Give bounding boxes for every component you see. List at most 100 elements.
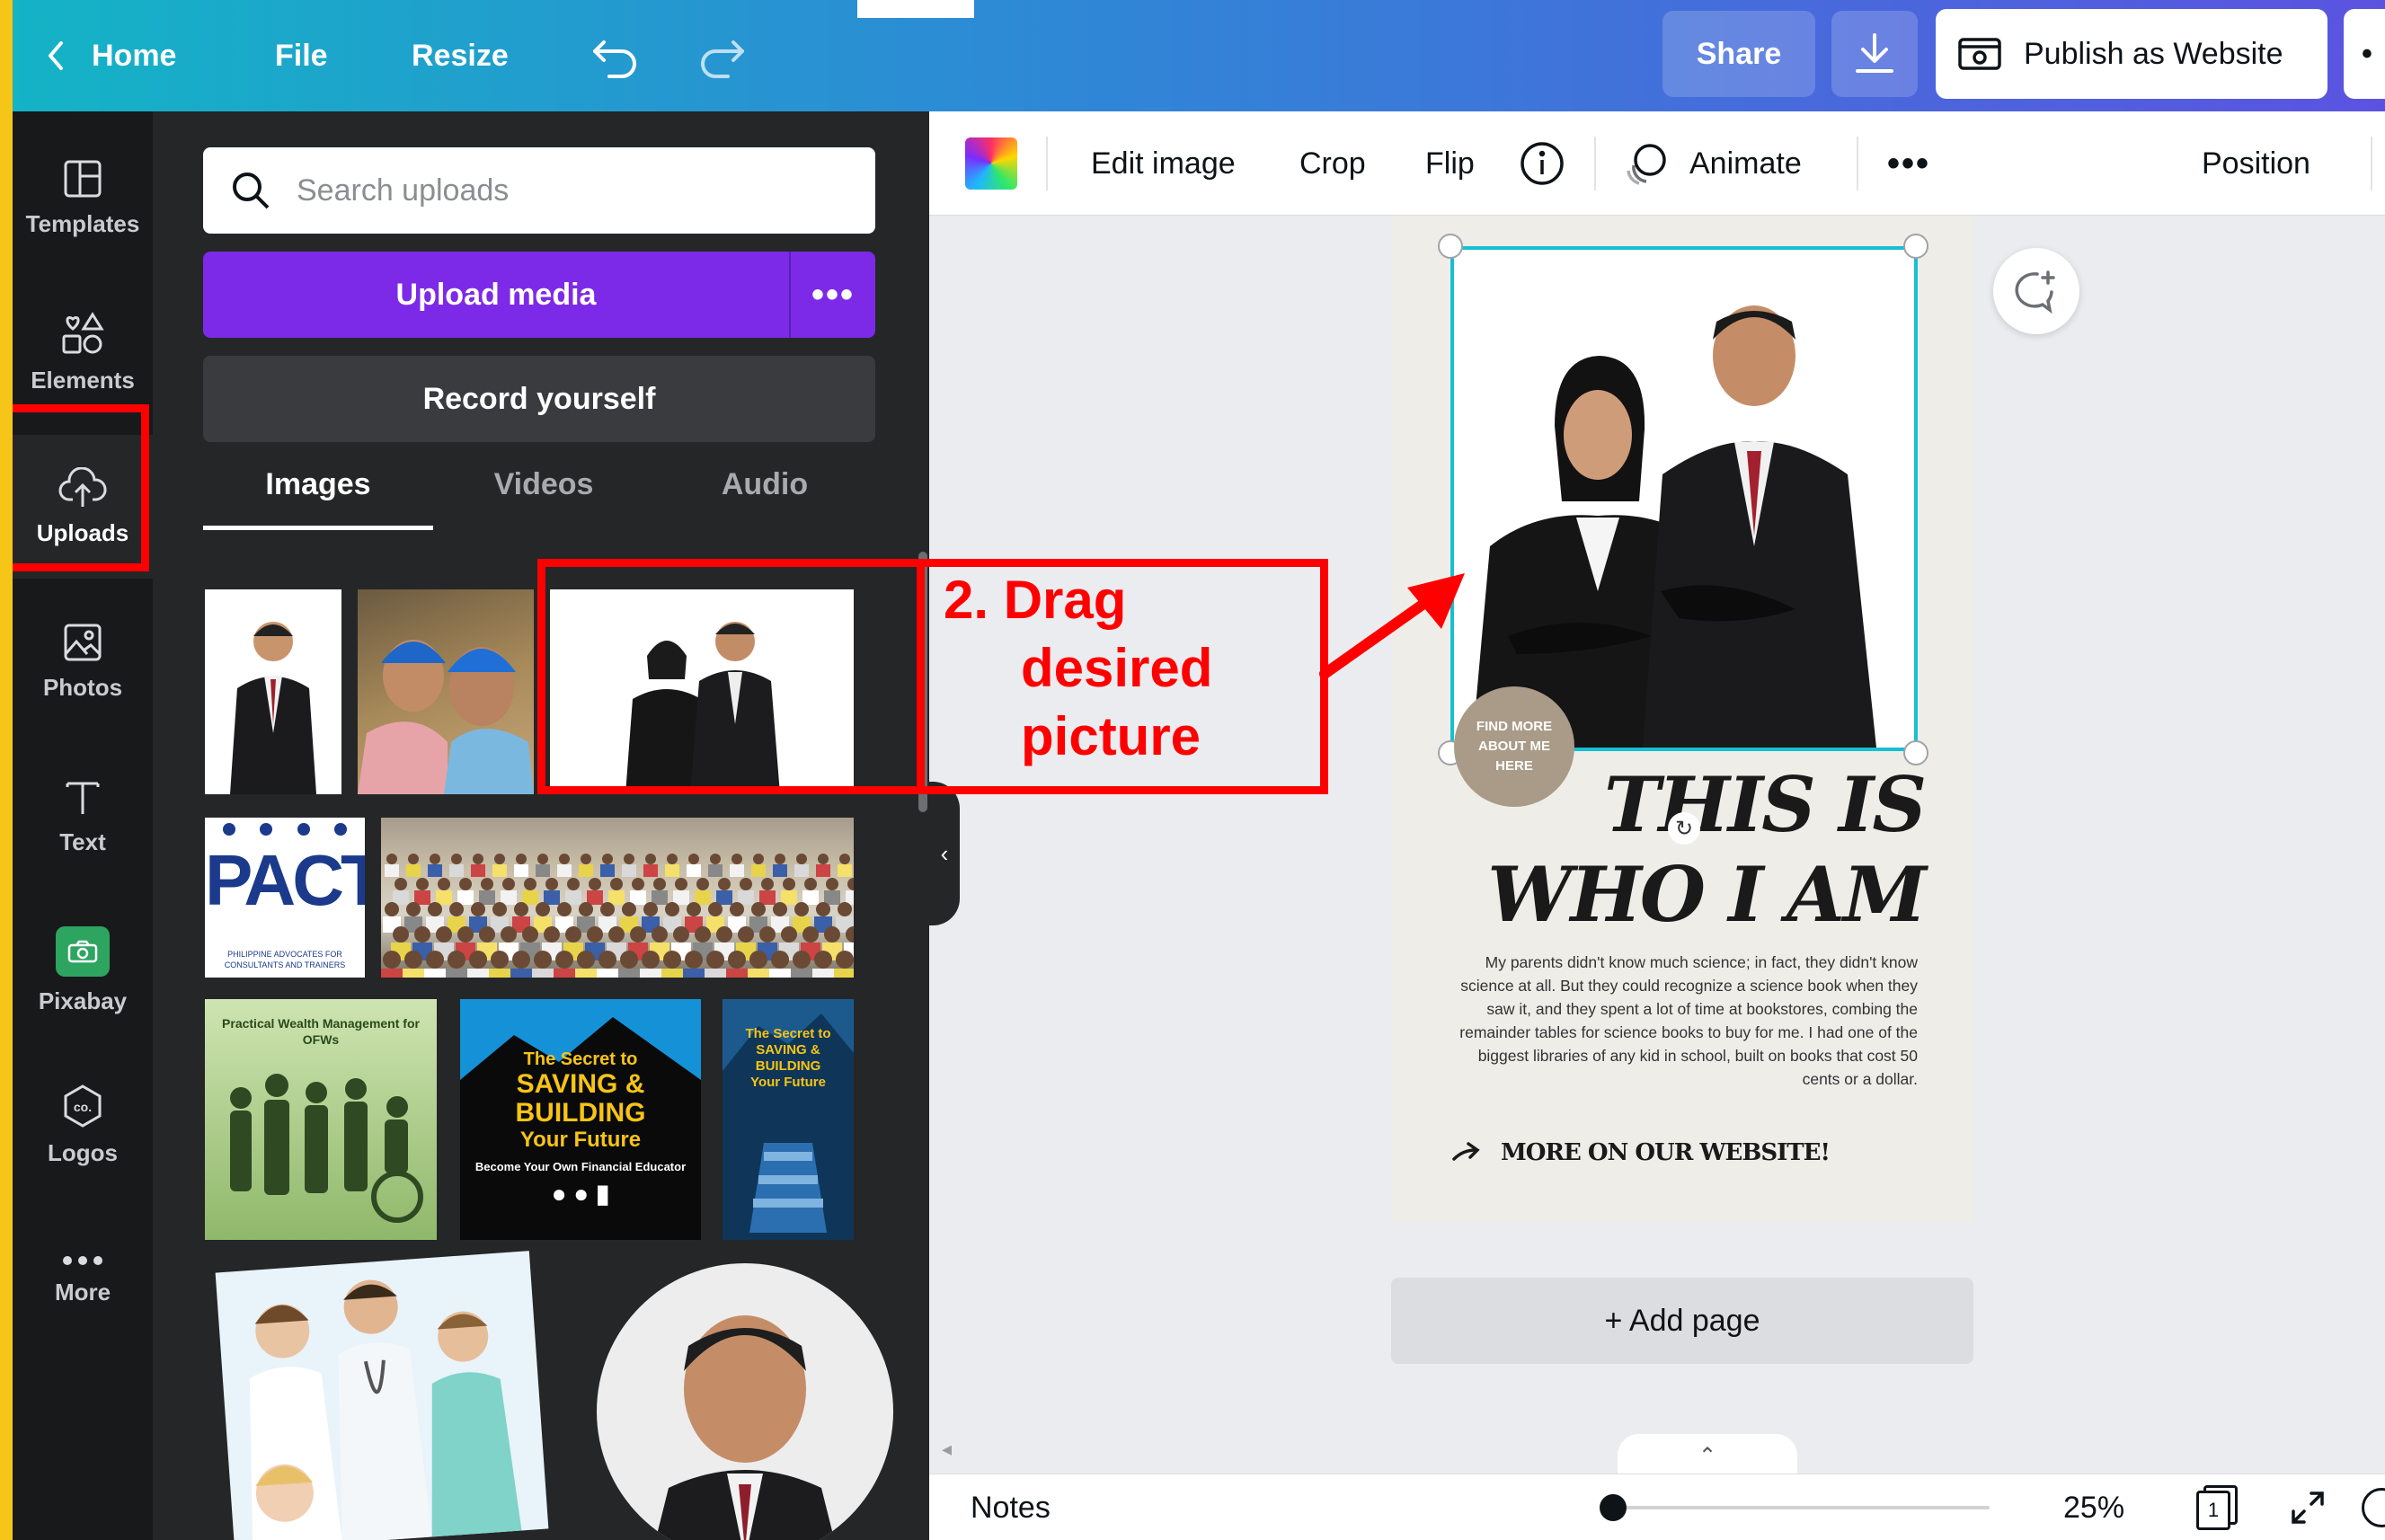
top-bar: Home File Resize Share Publish as Websit… xyxy=(13,0,2385,111)
animate-label: Animate xyxy=(1689,146,1802,181)
file-label: File xyxy=(275,38,328,73)
chevron-left-icon xyxy=(49,41,63,70)
animate-icon xyxy=(1627,144,1666,185)
color-picker-icon xyxy=(965,137,1017,190)
book-pyramid-title: The Secret to SAVING & BUILDING Your Fut… xyxy=(723,1026,854,1091)
animate-button[interactable]: Animate xyxy=(1621,111,1802,216)
notes-button[interactable]: Notes xyxy=(971,1474,1051,1540)
nav-logos[interactable]: co. Logos xyxy=(13,1053,153,1197)
publish-label: Publish as Website xyxy=(2024,36,2283,71)
bottom-bar: Notes 25% 1 xyxy=(929,1474,2385,1540)
book-saving-title: The Secret to SAVING & BUILDING Your Fut… xyxy=(460,1049,701,1208)
nav-more[interactable]: More xyxy=(13,1208,153,1351)
expand-pages-toggle[interactable]: ⌃ xyxy=(1618,1434,1797,1477)
home-button[interactable]: Home xyxy=(43,0,176,111)
color-swatch-button[interactable] xyxy=(965,111,1017,216)
page-count-button[interactable]: 1 xyxy=(2196,1474,2239,1540)
upload-thumb-man-circle[interactable] xyxy=(597,1263,893,1540)
text-icon xyxy=(66,782,100,814)
upload-thumb-pact-logo[interactable]: PACT PHILIPPINE ADVOCATES FOR CONSULTANT… xyxy=(205,818,365,978)
medical-team-image xyxy=(249,1279,522,1540)
download-icon xyxy=(1856,33,1893,73)
book-saving-line2: SAVING & xyxy=(516,1069,645,1099)
resize-menu[interactable]: Resize xyxy=(412,0,509,111)
upload-thumb-man-portrait[interactable] xyxy=(205,589,341,794)
file-menu[interactable]: File xyxy=(275,0,328,111)
nav-templates[interactable]: Templates xyxy=(13,126,153,270)
fullscreen-button[interactable] xyxy=(2288,1474,2327,1540)
download-button[interactable] xyxy=(1831,11,1918,97)
add-comment-button[interactable] xyxy=(1993,248,2079,334)
camera-glyph xyxy=(67,940,98,962)
toolbar-divider xyxy=(1046,137,1048,190)
book-saving-line1: The Secret to xyxy=(523,1049,638,1069)
redo-button[interactable] xyxy=(696,0,746,111)
arrow-right-icon xyxy=(1452,1142,1480,1161)
upload-thumb-medical[interactable] xyxy=(215,1251,549,1540)
upload-thumb-workers[interactable] xyxy=(358,589,534,794)
more-options-button[interactable]: • xyxy=(2344,9,2385,99)
more-icon xyxy=(63,1255,102,1265)
toolbar-divider xyxy=(2371,137,2372,190)
share-button[interactable]: Share xyxy=(1662,11,1815,97)
headline-line2: WHO I AM xyxy=(1487,850,1927,939)
upload-thumb-book-saving[interactable]: The Secret to SAVING & BUILDING Your Fut… xyxy=(460,999,701,1240)
flip-button[interactable]: Flip xyxy=(1425,111,1475,216)
nav-label: More xyxy=(54,1278,111,1305)
book-pyramid-line1: The Secret to xyxy=(745,1026,831,1041)
zoom-slider-track[interactable] xyxy=(1612,1506,1990,1509)
record-yourself-button[interactable]: Record yourself xyxy=(203,356,875,442)
help-icon xyxy=(2362,1488,2385,1527)
nav-text[interactable]: Text xyxy=(13,744,153,888)
pact-sub-text: PHILIPPINE ADVOCATES FOR CONSULTANTS AND… xyxy=(224,950,346,969)
upload-more-button[interactable]: ••• xyxy=(789,252,875,338)
annotation-arrow-icon xyxy=(1319,573,1465,679)
nav-pixabay[interactable]: Pixabay xyxy=(13,898,153,1042)
nav-label: Logos xyxy=(48,1138,118,1166)
pages-icon: 1 xyxy=(2196,1485,2239,1530)
bio-paragraph[interactable]: My parents didn't know much science; in … xyxy=(1450,951,1918,1091)
more-website-link[interactable]: MORE ON OUR WEBSITE! xyxy=(1450,1139,1918,1166)
upload-thumb-book-pyramid[interactable]: The Secret to SAVING & BUILDING Your Fut… xyxy=(723,999,854,1240)
nav-photos[interactable]: Photos xyxy=(13,589,153,733)
redo-icon xyxy=(701,40,744,78)
tab-audio[interactable]: Audio xyxy=(654,467,875,530)
book-pyramid-line2: SAVING & BUILDING xyxy=(755,1042,821,1074)
edit-image-button[interactable]: Edit image xyxy=(1091,111,1236,216)
svg-text:co.: co. xyxy=(74,1100,92,1114)
book-saving-line4: Your Future xyxy=(519,1128,642,1152)
info-button[interactable] xyxy=(1519,111,1565,216)
help-button[interactable] xyxy=(2362,1474,2385,1540)
publish-website-button[interactable]: Publish as Website xyxy=(1936,9,2327,99)
undo-icon xyxy=(593,40,636,78)
resize-handle-tl[interactable] xyxy=(1438,234,1463,259)
add-page-button[interactable]: + Add page xyxy=(1391,1278,1973,1364)
man-headshot-image xyxy=(655,1315,835,1540)
collapse-panel-button[interactable]: ‹ xyxy=(929,782,960,925)
page-headline[interactable]: THIS IS WHO I AM xyxy=(1450,760,1927,940)
tab-images[interactable]: Images xyxy=(203,467,433,530)
selected-image-frame[interactable] xyxy=(1450,246,1918,751)
undo-button[interactable] xyxy=(591,0,642,111)
pact-logo-text: PACT xyxy=(205,840,365,920)
home-label: Home xyxy=(92,38,177,73)
workers-silhouettes-image xyxy=(230,1074,423,1223)
upload-thumb-crowd[interactable] xyxy=(381,818,854,978)
nav-label: Elements xyxy=(31,366,135,394)
resize-handle-tr[interactable] xyxy=(1903,234,1928,259)
top-notch xyxy=(857,0,974,18)
search-uploads-input[interactable]: Search uploads xyxy=(203,147,875,234)
upload-thumb-book-wealth[interactable]: Practical Wealth Management for OFWs xyxy=(205,999,437,1240)
comment-add-icon xyxy=(2015,270,2055,314)
tab-videos[interactable]: Videos xyxy=(433,467,654,530)
crop-button[interactable]: Crop xyxy=(1299,111,1366,216)
zoom-level[interactable]: 25% xyxy=(2063,1474,2124,1540)
toolbar-divider xyxy=(1857,137,1858,190)
position-button[interactable]: Position xyxy=(2202,111,2310,216)
more-tools-button[interactable]: ••• xyxy=(1887,111,1930,216)
scroll-left-icon[interactable]: ◂ xyxy=(942,1438,952,1461)
upload-media-button[interactable]: Upload media ••• xyxy=(203,252,875,338)
zoom-slider-knob[interactable] xyxy=(1600,1494,1627,1521)
nav-elements[interactable]: Elements xyxy=(13,280,153,424)
rotate-handle-icon[interactable]: ↻ xyxy=(1668,812,1700,845)
